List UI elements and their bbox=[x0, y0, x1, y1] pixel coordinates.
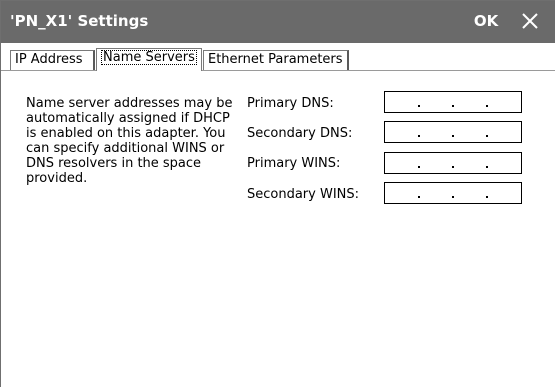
ip-separator bbox=[418, 196, 420, 198]
title-bar: 'PN_X1' Settings OK bbox=[1, 1, 555, 43]
primary-dns-input[interactable] bbox=[384, 91, 522, 113]
tab-ip-address[interactable]: IP Address bbox=[10, 50, 95, 70]
secondary-dns-label: Secondary DNS: bbox=[247, 126, 353, 141]
tab-label: IP Address bbox=[15, 52, 83, 67]
primary-wins-input[interactable] bbox=[384, 152, 522, 174]
primary-wins-label: Primary WINS: bbox=[247, 156, 341, 171]
ip-separator bbox=[452, 105, 454, 107]
ip-separator bbox=[452, 196, 454, 198]
ip-separator bbox=[452, 135, 454, 137]
primary-dns-label: Primary DNS: bbox=[247, 96, 334, 111]
tab-label: Name Servers bbox=[101, 50, 197, 65]
ip-separator bbox=[486, 166, 488, 168]
tab-label: Ethernet Parameters bbox=[208, 52, 343, 67]
close-icon bbox=[522, 13, 538, 29]
window-title: 'PN_X1' Settings bbox=[10, 12, 149, 30]
secondary-wins-label: Secondary WINS: bbox=[247, 187, 360, 202]
tab-ethernet-parameters[interactable]: Ethernet Parameters bbox=[203, 50, 349, 70]
ip-separator bbox=[418, 135, 420, 137]
close-button[interactable] bbox=[515, 6, 545, 36]
tab-strip: IP Address Name Servers Ethernet Paramet… bbox=[1, 43, 555, 71]
tab-name-servers[interactable]: Name Servers bbox=[96, 48, 202, 71]
tab-divider bbox=[1, 70, 555, 71]
description-text: Name server addresses may be automatical… bbox=[26, 96, 233, 186]
ip-separator bbox=[418, 166, 420, 168]
ip-separator bbox=[418, 105, 420, 107]
ip-separator bbox=[486, 135, 488, 137]
settings-dialog: 'PN_X1' Settings OK IP Address Name Serv… bbox=[0, 0, 555, 387]
secondary-wins-input[interactable] bbox=[384, 182, 522, 204]
ok-button[interactable]: OK bbox=[471, 10, 501, 32]
ip-separator bbox=[486, 196, 488, 198]
ip-separator bbox=[452, 166, 454, 168]
secondary-dns-input[interactable] bbox=[384, 121, 522, 143]
ip-separator bbox=[486, 105, 488, 107]
